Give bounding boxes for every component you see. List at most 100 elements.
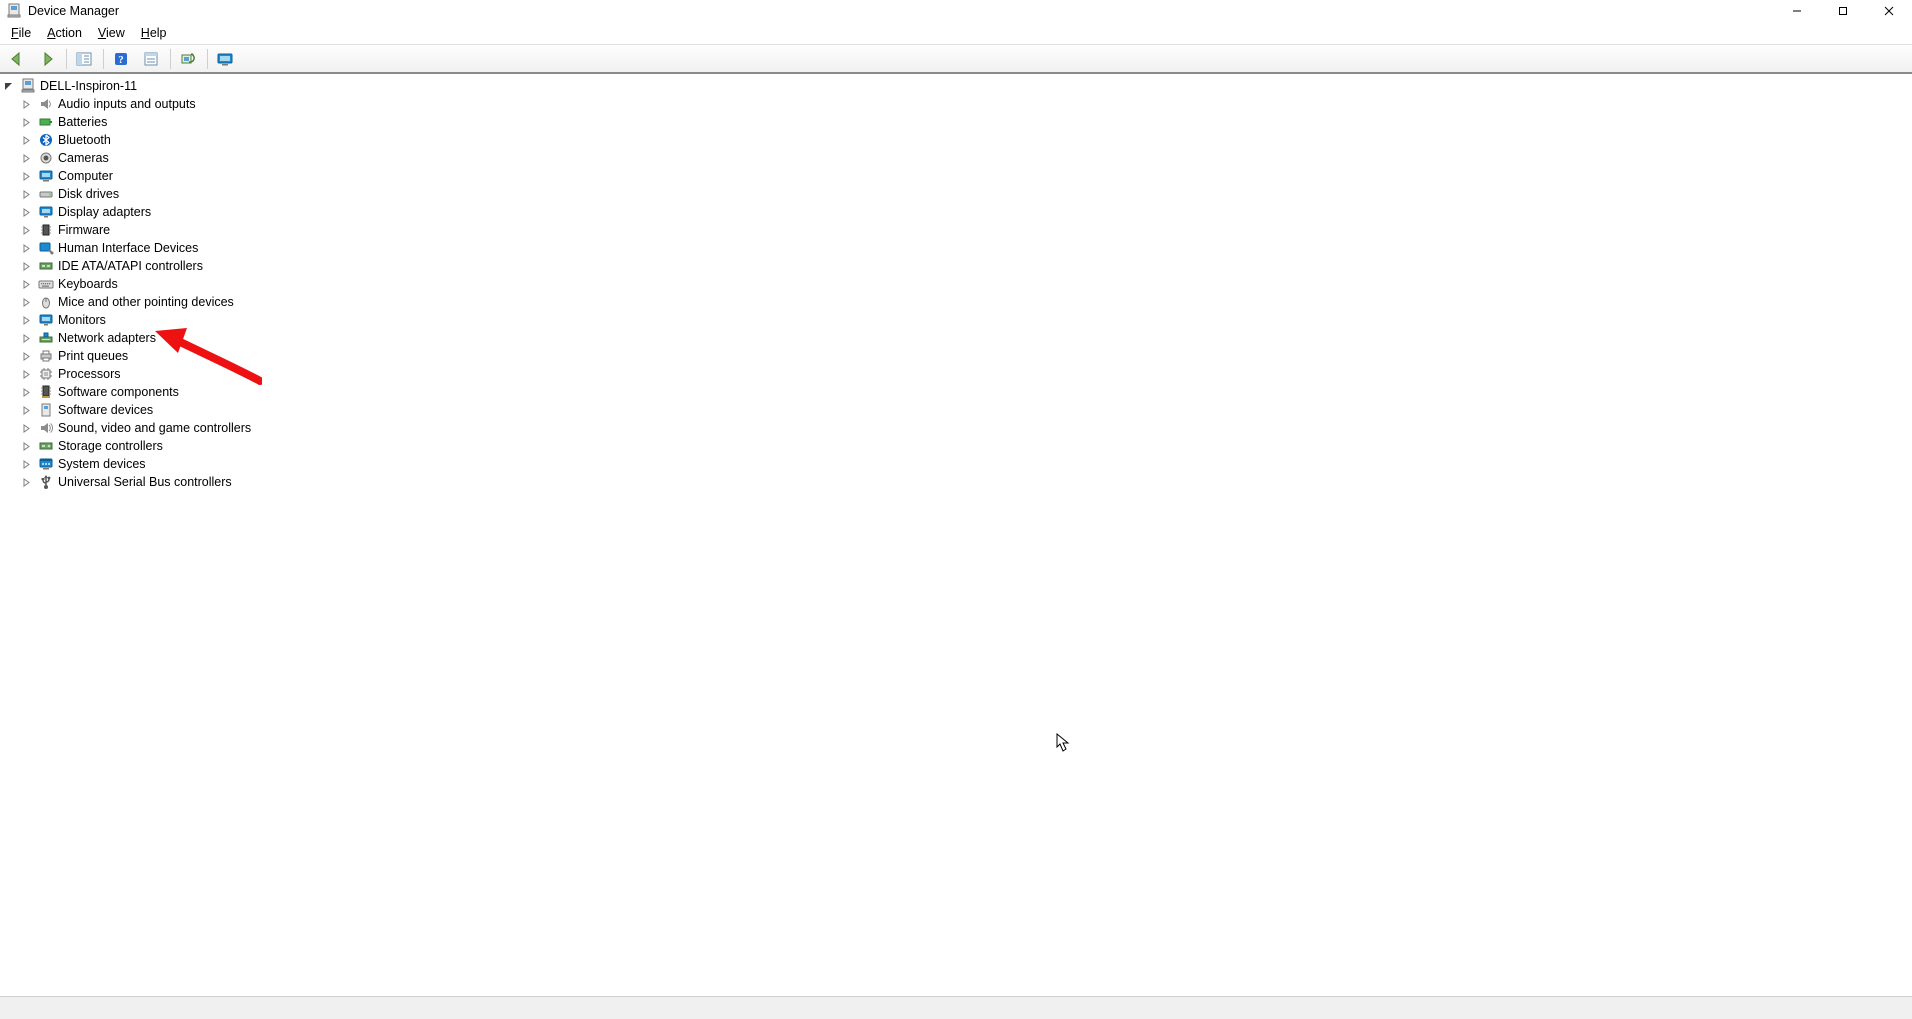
svg-text:?: ? [118, 54, 124, 66]
expand-icon[interactable] [22, 352, 36, 361]
tree-category[interactable]: Storage controllers [2, 437, 1910, 455]
tree-item-label: Keyboards [58, 275, 118, 293]
menu-file[interactable]: File [3, 24, 39, 42]
expand-icon[interactable] [22, 208, 36, 217]
toolbar-nav-forward[interactable] [33, 46, 61, 72]
tree-item-label: Mice and other pointing devices [58, 293, 234, 311]
ide-icon [38, 258, 54, 274]
tree-category[interactable]: Keyboards [2, 275, 1910, 293]
expand-icon[interactable] [22, 244, 36, 253]
toolbar-separator [170, 49, 171, 69]
expand-icon[interactable] [22, 226, 36, 235]
expand-icon[interactable] [22, 262, 36, 271]
tree-category[interactable]: Disk drives [2, 185, 1910, 203]
tree-category[interactable]: Bluetooth [2, 131, 1910, 149]
tree-root[interactable]: DELL-Inspiron-11 [2, 77, 1910, 95]
sw-component-icon [38, 384, 54, 400]
tree-category[interactable]: Mice and other pointing devices [2, 293, 1910, 311]
tree-category[interactable]: Universal Serial Bus controllers [2, 473, 1910, 491]
expand-icon[interactable] [22, 370, 36, 379]
toolbar-separator [103, 49, 104, 69]
tree-category[interactable]: Network adapters [2, 329, 1910, 347]
expand-icon[interactable] [22, 406, 36, 415]
tree-category[interactable]: Cameras [2, 149, 1910, 167]
expand-icon[interactable] [22, 334, 36, 343]
toolbar-hidden-devices[interactable] [211, 46, 239, 72]
processor-icon [38, 366, 54, 382]
help-icon: ? [113, 51, 129, 67]
tree-category[interactable]: Human Interface Devices [2, 239, 1910, 257]
expand-icon[interactable] [22, 154, 36, 163]
tree-item-label: Bluetooth [58, 131, 111, 149]
expand-icon[interactable] [22, 478, 36, 487]
expand-icon[interactable] [22, 100, 36, 109]
close-button[interactable] [1866, 0, 1912, 22]
expand-icon[interactable] [22, 280, 36, 289]
expand-icon[interactable] [22, 172, 36, 181]
expand-icon[interactable] [22, 424, 36, 433]
scan-icon [180, 51, 196, 67]
properties-icon [143, 51, 159, 67]
menu-view[interactable]: View [90, 24, 133, 42]
statusbar [0, 996, 1912, 1019]
tree-category[interactable]: Software components [2, 383, 1910, 401]
expand-icon[interactable] [22, 118, 36, 127]
toolbar-scan-hardware[interactable] [174, 46, 202, 72]
tree-item-label: Cameras [58, 149, 109, 167]
toolbar-separator [66, 49, 67, 69]
tree-category[interactable]: Firmware [2, 221, 1910, 239]
system-icon [38, 456, 54, 472]
tree-category[interactable]: Print queues [2, 347, 1910, 365]
tree-pane-icon [76, 51, 92, 67]
tree-item-label: Firmware [58, 221, 110, 239]
tree-item-label: Processors [58, 365, 121, 383]
expand-icon[interactable] [22, 388, 36, 397]
tree-category[interactable]: Sound, video and game controllers [2, 419, 1910, 437]
titlebar: Device Manager [0, 0, 1912, 22]
toolbar-show-hide-tree[interactable] [70, 46, 98, 72]
tree-category[interactable]: Audio inputs and outputs [2, 95, 1910, 113]
minimize-button[interactable] [1774, 0, 1820, 22]
tree-category[interactable]: IDE ATA/ATAPI controllers [2, 257, 1910, 275]
expand-icon[interactable] [22, 190, 36, 199]
expand-icon[interactable] [22, 460, 36, 469]
tree-item-label: System devices [58, 455, 146, 473]
tree-item-label: Sound, video and game controllers [58, 419, 251, 437]
tree-item-label: Network adapters [58, 329, 156, 347]
tree-category[interactable]: System devices [2, 455, 1910, 473]
expand-icon[interactable] [22, 298, 36, 307]
camera-icon [38, 150, 54, 166]
menu-action[interactable]: Action [39, 24, 90, 42]
toolbar-help[interactable]: ? [107, 46, 135, 72]
tree-item-label: Disk drives [58, 185, 119, 203]
keyboard-icon [38, 276, 54, 292]
expand-icon[interactable] [22, 316, 36, 325]
tree-item-label: Human Interface Devices [58, 239, 198, 257]
tree-category[interactable]: Monitors [2, 311, 1910, 329]
expand-icon[interactable] [22, 442, 36, 451]
firmware-icon [38, 222, 54, 238]
tree-category[interactable]: Computer [2, 167, 1910, 185]
arrow-left-icon [9, 51, 25, 67]
tree-category[interactable]: Display adapters [2, 203, 1910, 221]
window-title: Device Manager [28, 4, 119, 18]
network-icon [38, 330, 54, 346]
sw-device-icon [38, 402, 54, 418]
toolbar-properties[interactable] [137, 46, 165, 72]
collapse-icon[interactable] [4, 82, 18, 91]
audio-icon [38, 96, 54, 112]
tree-category[interactable]: Software devices [2, 401, 1910, 419]
toolbar-nav-back[interactable] [3, 46, 31, 72]
tree-category[interactable]: Batteries [2, 113, 1910, 131]
expand-icon[interactable] [22, 136, 36, 145]
maximize-button[interactable] [1820, 0, 1866, 22]
monitor-icon [38, 312, 54, 328]
tree-category[interactable]: Processors [2, 365, 1910, 383]
tree-pane[interactable]: DELL-Inspiron-11Audio inputs and outputs… [0, 72, 1912, 997]
battery-icon [38, 114, 54, 130]
hid-icon [38, 240, 54, 256]
sound-icon [38, 420, 54, 436]
tree-item-label: Monitors [58, 311, 106, 329]
menubar: FileActionViewHelp [0, 22, 1912, 44]
menu-help[interactable]: Help [133, 24, 175, 42]
